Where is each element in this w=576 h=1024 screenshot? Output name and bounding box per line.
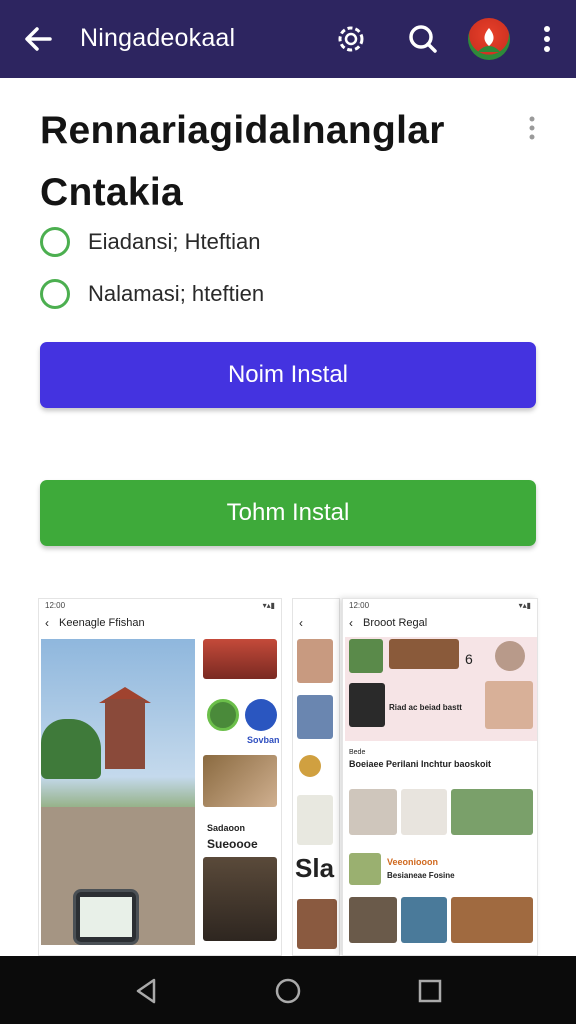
tower-image — [105, 699, 145, 769]
screenshot-preview[interactable]: ‹ Sla — [292, 598, 340, 956]
thumbnail[interactable] — [349, 853, 381, 885]
item-sublabel: Sueoooe — [207, 837, 258, 851]
promo-banner[interactable]: 6 Riad ac beiad bastt — [345, 637, 537, 741]
thumbnail — [349, 639, 383, 673]
status-bar — [293, 599, 339, 613]
app-title: Ningadeokaal — [80, 24, 236, 52]
promo-number: 6 — [465, 651, 473, 667]
thumbnail[interactable] — [297, 795, 333, 845]
more-vert-icon[interactable] — [530, 20, 564, 58]
item-label: Sovban — [247, 735, 280, 745]
option-row[interactable]: Eiadansi; Hteftian — [40, 225, 480, 259]
thumbnail[interactable] — [401, 789, 447, 835]
thumbnail[interactable] — [349, 789, 397, 835]
preview-big-text: Sla — [295, 853, 335, 883]
status-bar: 12:00 ▾▴▮ — [39, 599, 281, 613]
preview-title: Keenagle Ffishan — [59, 617, 145, 629]
option-row[interactable]: Nalamasi; hteftien — [40, 277, 480, 311]
status-time: 12:00 — [349, 601, 370, 610]
screenshot-preview[interactable]: 12:00 ▾▴▮ ‹ Keenagle Ffishan Sovban Sada… — [38, 598, 282, 956]
thumbnail[interactable] — [451, 789, 533, 835]
thumbnail[interactable] — [401, 897, 447, 943]
avatar[interactable] — [207, 699, 239, 731]
status-icons: ▾▴▮ — [518, 601, 531, 610]
back-arrow-icon[interactable] — [20, 22, 56, 56]
trees-image — [41, 719, 101, 779]
screenshot-carousel[interactable]: 12:00 ▾▴▮ ‹ Keenagle Ffishan Sovban Sada… — [38, 598, 538, 956]
thumbnail — [349, 683, 385, 727]
radio-button[interactable] — [40, 279, 70, 309]
search-icon[interactable] — [404, 20, 442, 58]
nav-back-icon[interactable] — [132, 976, 162, 1006]
thumbnail[interactable] — [297, 695, 333, 739]
screenshot-preview[interactable]: 12:00 ▾▴▮ ‹ Brooot Regal 6 Riad ac beiad… — [342, 598, 538, 956]
radio-button[interactable] — [40, 227, 70, 257]
thumbnail — [389, 639, 459, 669]
preview-header: ‹ — [293, 613, 339, 633]
nav-recents-icon[interactable] — [415, 976, 445, 1006]
page-title: Rennariagidalnanglar Cntakia — [40, 109, 445, 214]
chevron-left-icon: ‹ — [349, 616, 353, 630]
thumbnail[interactable] — [451, 897, 533, 943]
section-label: Bede — [349, 749, 366, 756]
thumbnail[interactable] — [203, 755, 277, 807]
promo-text: Riad ac beiad bastt — [389, 703, 462, 712]
avatar[interactable] — [245, 699, 277, 731]
preview-header: ‹ Keenagle Ffishan — [39, 613, 281, 633]
thumbnail[interactable] — [203, 857, 277, 941]
item-label: Sadaoon — [207, 823, 246, 833]
thumbnail[interactable] — [297, 899, 337, 949]
primary-install-button[interactable]: Noim Instal — [40, 342, 536, 408]
avatar[interactable] — [468, 18, 510, 60]
more-vert-icon[interactable] — [520, 112, 544, 146]
thumbnail[interactable] — [349, 897, 397, 943]
chevron-left-icon: ‹ — [299, 616, 303, 630]
preview-title: Brooot Regal — [363, 617, 428, 629]
avatar — [495, 641, 525, 671]
secondary-install-button[interactable]: Tohm Instal — [40, 480, 536, 546]
option-label: Eiadansi; Hteftian — [88, 229, 261, 254]
avatar[interactable] — [299, 755, 321, 777]
thumbnail — [485, 681, 533, 729]
status-icons: ▾▴▮ — [262, 601, 275, 610]
preview-header: ‹ Brooot Regal — [343, 613, 537, 633]
nav-home-icon[interactable] — [273, 976, 303, 1006]
status-time: 12:00 — [45, 601, 66, 610]
section-heading: Boeiaee Perilani Inchtur baoskoit — [349, 759, 492, 769]
chevron-left-icon: ‹ — [45, 616, 49, 630]
phone-in-hand-image — [73, 889, 139, 945]
item-title: Veeoniooon — [387, 857, 439, 867]
status-bar: 12:00 ▾▴▮ — [343, 599, 537, 613]
street-photo — [41, 639, 195, 945]
item-subtitle: Besianeae Fosine — [387, 871, 455, 880]
thumbnail[interactable] — [297, 639, 333, 683]
gear-icon[interactable] — [332, 20, 370, 58]
thumbnail[interactable] — [203, 639, 277, 679]
system-nav-bar — [0, 956, 576, 1024]
option-label: Nalamasi; hteftien — [88, 281, 265, 306]
app-bar: Ningadeokaal — [0, 0, 576, 78]
